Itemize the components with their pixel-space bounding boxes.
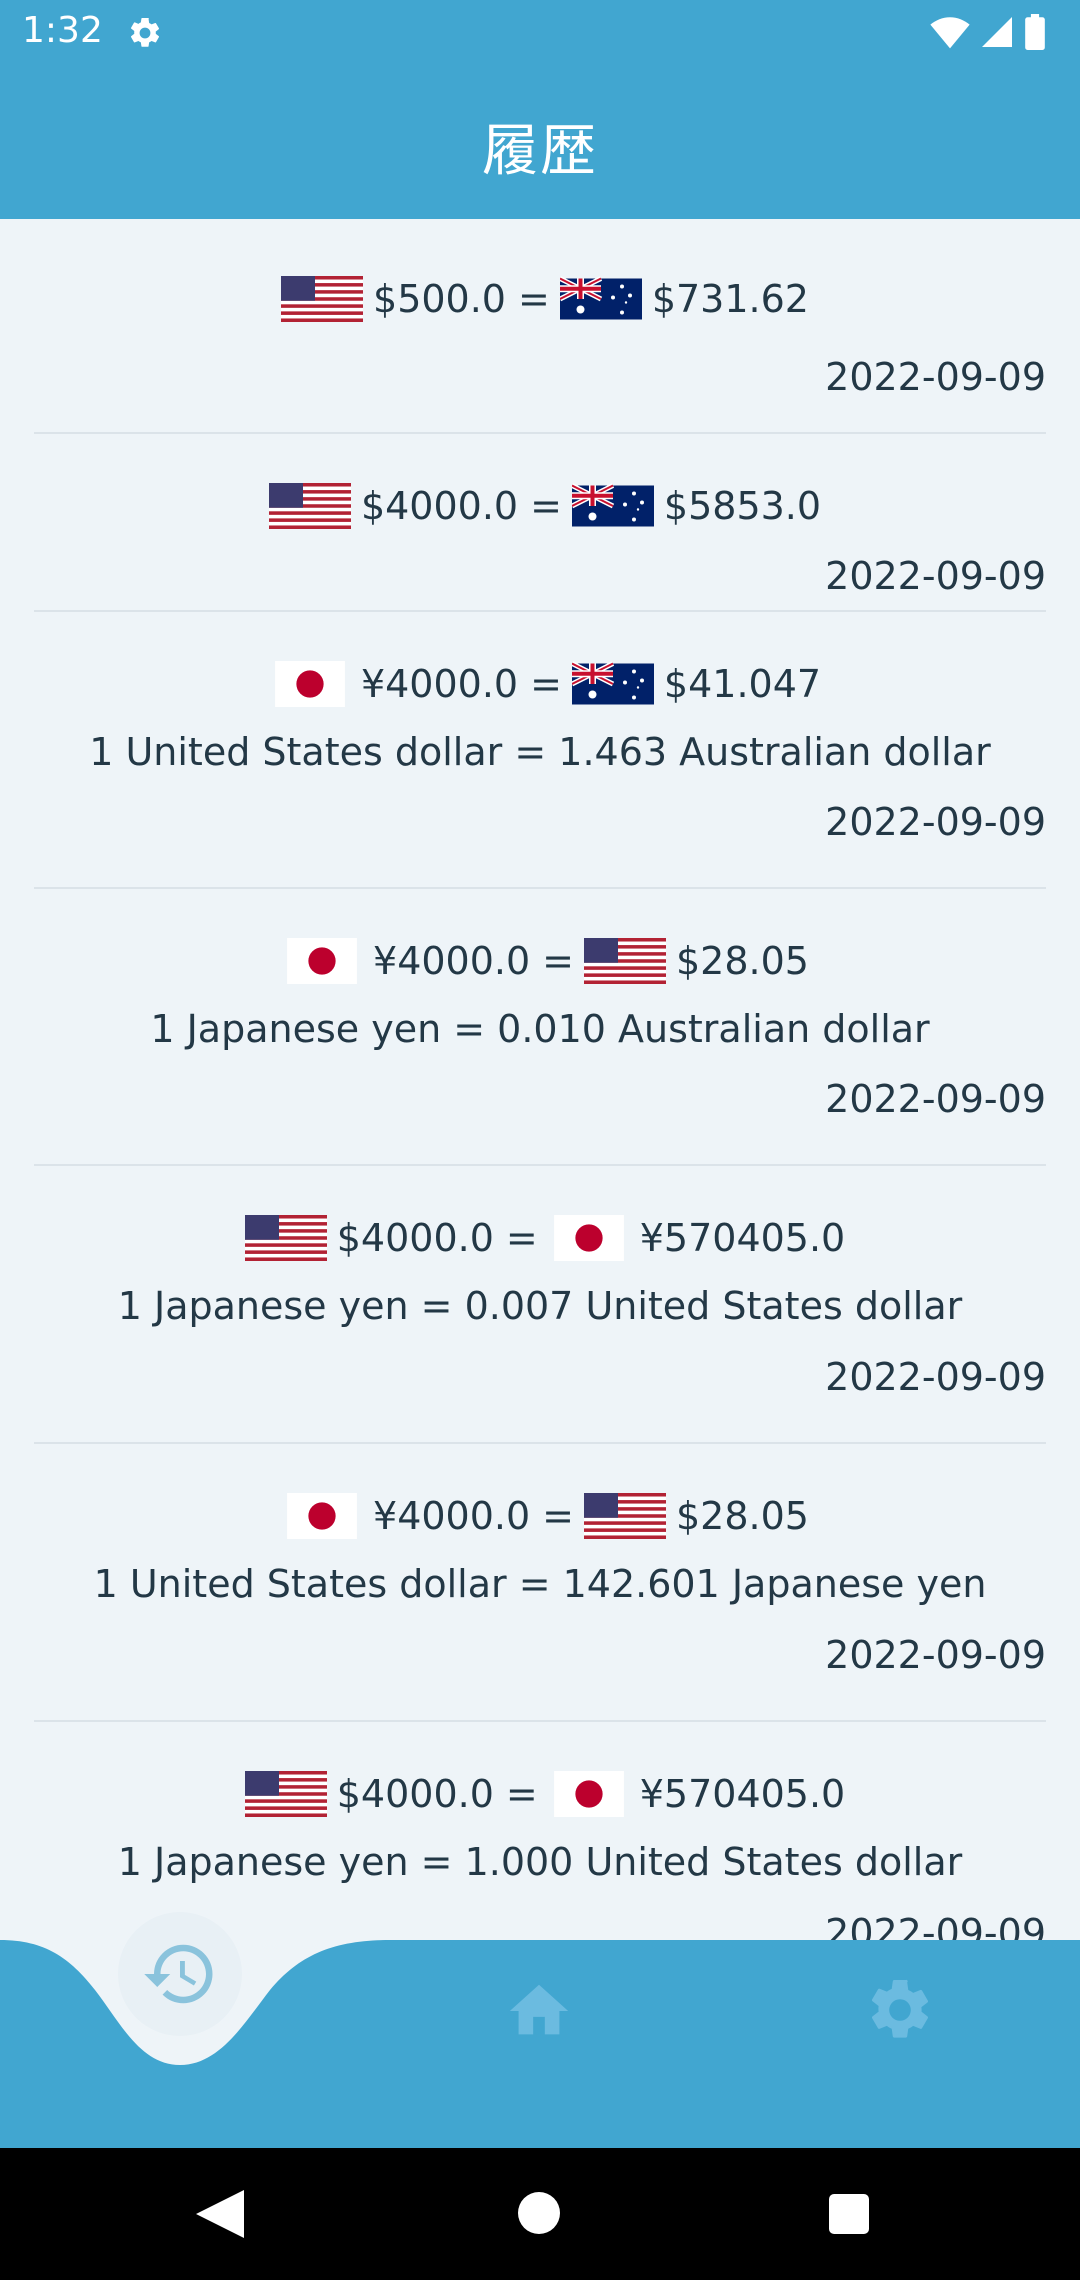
entry-date: 2022-09-09 [825, 1633, 1046, 1677]
entry-date: 2022-09-09 [825, 1355, 1046, 1399]
to-amount: $41.047 [663, 662, 822, 706]
from-amount: ¥4000.0 [373, 1494, 531, 1538]
app-bar: 履歴 [0, 66, 1080, 219]
from-amount: $4000.0 [336, 1772, 494, 1816]
japan-flag-icon [275, 661, 345, 707]
nav-history-button[interactable] [118, 1912, 242, 2036]
from-amount: $4000.0 [336, 1216, 494, 1260]
equals-sign: = [517, 277, 550, 321]
to-amount: ¥570405.0 [639, 1772, 846, 1816]
exchange-rate: 1 United States dollar = 1.463 Australia… [89, 730, 991, 774]
recents-icon[interactable] [829, 2194, 869, 2234]
equals-sign: = [505, 1772, 538, 1816]
to-amount: $5853.0 [663, 484, 822, 528]
system-nav-bar [0, 2148, 1080, 2280]
page-title: 履歴 [482, 119, 598, 184]
japan-flag-icon [287, 1493, 357, 1539]
to-amount: $731.62 [651, 277, 809, 321]
conversion-line: ¥4000.0 = $28.05 [34, 1486, 1046, 1546]
history-entry[interactable]: ¥4000.0 = $28.05 1 Japanese yen = 0.010 Aus… [34, 889, 1046, 1166]
from-amount: $4000.0 [360, 484, 519, 528]
australia-flag-icon [559, 276, 642, 320]
from-amount: ¥4000.0 [360, 662, 519, 706]
conversion-line: $500.0 = $731.62 [34, 269, 1046, 329]
history-entry[interactable]: ¥4000.0 = $28.05 1 United States dollar = 1… [34, 1444, 1046, 1722]
signal-icon [981, 17, 1012, 47]
entry-date: 2022-09-09 [825, 1911, 1046, 1942]
us-flag-icon [281, 276, 364, 322]
from-amount: $500.0 [373, 277, 506, 321]
australia-flag-icon [571, 483, 654, 527]
settings-status-icon [130, 17, 160, 47]
to-amount: $28.05 [676, 939, 809, 983]
history-entry[interactable]: $4000.0 = ¥570405.0 1 Japanese yen = 0.007 … [34, 1166, 1046, 1444]
entry-date: 2022-09-09 [825, 1077, 1046, 1121]
to-amount: $28.05 [676, 1494, 809, 1538]
status-bar: 1:32 [0, 0, 1080, 66]
wifi-icon [930, 17, 970, 49]
home-button-icon[interactable] [518, 2192, 560, 2234]
japan-flag-icon [287, 938, 357, 984]
history-entry[interactable]: $4000.0 = ¥570405.0 1 Japanese yen = 1.000 … [34, 1722, 1046, 1942]
exchange-rate: 1 Japanese yen = 1.000 United States dol… [117, 1840, 963, 1884]
japan-flag-icon [553, 1215, 624, 1261]
from-amount: ¥4000.0 [373, 939, 531, 983]
equals-sign: = [530, 662, 562, 706]
exchange-rate: 1 Japanese yen = 0.007 United States dol… [117, 1284, 963, 1328]
conversion-line: $4000.0 = ¥570405.0 [34, 1764, 1046, 1824]
settings-icon[interactable] [864, 1974, 936, 2046]
us-flag-icon [584, 938, 666, 984]
us-flag-icon [268, 483, 351, 529]
status-icons [926, 14, 1046, 52]
home-icon[interactable] [504, 1976, 574, 2046]
us-flag-icon [244, 1215, 327, 1261]
history-entry[interactable]: $500.0 = $731.62 2022-09-09 [34, 219, 1046, 434]
to-amount: ¥570405.0 [639, 1216, 846, 1260]
australia-flag-icon [571, 661, 654, 705]
history-icon [144, 1944, 213, 2004]
status-time: 1:32 [22, 10, 103, 51]
history-entry[interactable]: ¥4000.0 = $41.047 1 United States dollar = … [34, 612, 1046, 889]
exchange-rate: 1 Japanese yen = 0.010 Australian dollar [150, 1007, 930, 1051]
exchange-rate: 1 United States dollar = 142.601 Japanes… [93, 1562, 987, 1606]
equals-sign: = [530, 484, 562, 528]
us-flag-icon [244, 1771, 327, 1817]
equals-sign: = [505, 1216, 538, 1260]
conversion-line: ¥4000.0 = $28.05 [34, 931, 1046, 991]
conversion-line: $4000.0 = ¥570405.0 [34, 1208, 1046, 1268]
history-entry[interactable]: $4000.0 = $5853.0 2022-09-09 [34, 434, 1046, 612]
equals-sign: = [542, 1494, 574, 1538]
japan-flag-icon [553, 1771, 624, 1817]
back-icon[interactable] [196, 2190, 246, 2238]
history-list[interactable]: $500.0 = $731.62 2022-09-09 $4000.0 = $5853.0 2… [0, 219, 1080, 1942]
entry-date: 2022-09-09 [825, 355, 1046, 399]
conversion-line: ¥4000.0 = $41.047 [34, 654, 1046, 714]
battery-icon [1025, 14, 1045, 50]
entry-date: 2022-09-09 [825, 800, 1046, 844]
conversion-line: $4000.0 = $5853.0 [34, 476, 1046, 536]
entry-date: 2022-09-09 [825, 554, 1046, 598]
equals-sign: = [542, 939, 574, 983]
us-flag-icon [584, 1493, 666, 1539]
